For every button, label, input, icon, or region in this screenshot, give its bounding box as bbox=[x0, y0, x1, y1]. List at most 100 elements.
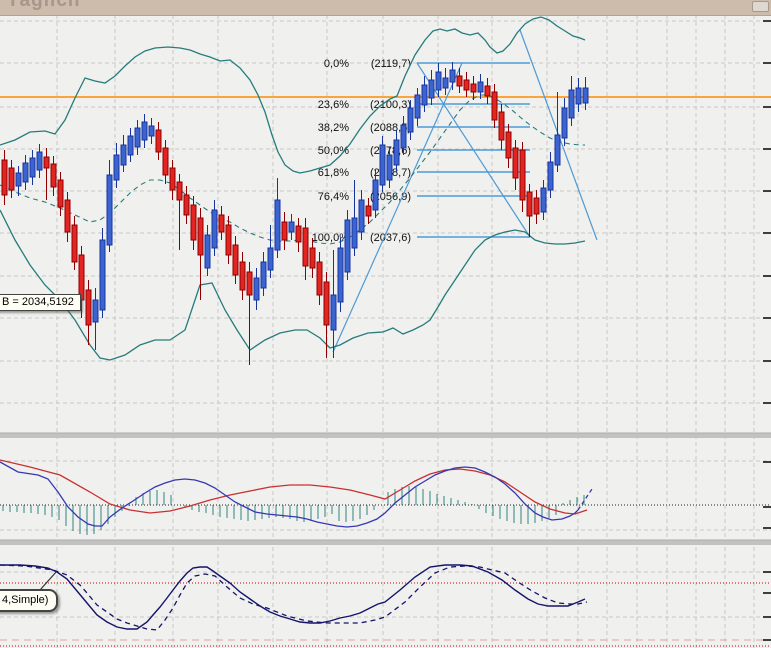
candle-body bbox=[253, 277, 260, 301]
candle-body bbox=[498, 111, 505, 141]
fib-level-pct: 23,6% bbox=[318, 99, 349, 111]
candle-body bbox=[106, 174, 113, 246]
candle-body bbox=[519, 149, 526, 201]
candle-body bbox=[50, 163, 57, 188]
candle-body bbox=[575, 87, 582, 105]
candle-body bbox=[456, 75, 463, 87]
candle-body bbox=[491, 91, 498, 121]
candle-body bbox=[99, 239, 106, 311]
candle-body bbox=[260, 261, 267, 289]
candle-body bbox=[386, 154, 393, 181]
indicator-params-tooltip: 4,Simple) bbox=[0, 589, 59, 612]
candle-body bbox=[351, 217, 358, 249]
chart-period-title: Täglich bbox=[7, 0, 81, 11]
window-corner-button[interactable] bbox=[752, 1, 769, 12]
chart-canvas[interactable]: 0,0% (2119,7)23,6% (2100,3)38,2% (2088,5)50… bbox=[0, 0, 771, 648]
fib-level-pct: 61,8% bbox=[318, 167, 349, 179]
candle-body bbox=[400, 124, 407, 149]
fib-level-pct: 76,4% bbox=[318, 191, 349, 203]
candle-body bbox=[85, 289, 92, 326]
candle-body bbox=[15, 172, 22, 187]
candle-body bbox=[239, 261, 246, 291]
candle-body bbox=[92, 299, 99, 323]
candle-body bbox=[127, 135, 134, 156]
candle-body bbox=[134, 127, 141, 148]
candle-body bbox=[113, 154, 120, 181]
candle-body bbox=[414, 94, 421, 119]
chart-window: 0,0% (2119,7) 23,6% (2100,3) 38,2% (2088,5) 50… bbox=[0, 0, 771, 648]
candle-body bbox=[442, 77, 449, 89]
candle-body bbox=[428, 79, 435, 99]
candle-body bbox=[358, 199, 365, 233]
candle-body bbox=[169, 167, 176, 191]
candle-body bbox=[120, 144, 127, 166]
candle-body bbox=[225, 224, 232, 256]
candle-body bbox=[323, 281, 330, 326]
candle-body bbox=[218, 214, 225, 233]
candle-body bbox=[57, 179, 64, 208]
candle-body bbox=[547, 161, 554, 191]
candle-body bbox=[561, 107, 568, 139]
candle-body bbox=[540, 187, 547, 213]
fib-level-value: (2119,7) bbox=[371, 58, 411, 70]
candle-body bbox=[155, 129, 162, 153]
candle-body bbox=[29, 157, 36, 178]
candle-body bbox=[435, 71, 442, 91]
candle-body bbox=[372, 179, 379, 211]
candle-body bbox=[337, 247, 344, 303]
candle-body bbox=[302, 227, 309, 267]
candle-body bbox=[148, 125, 155, 137]
fib-level-pct: 0,0% bbox=[324, 58, 349, 70]
candle-body bbox=[449, 69, 456, 83]
candle-body bbox=[204, 234, 211, 269]
candle-body bbox=[232, 244, 239, 276]
candle-body bbox=[141, 121, 148, 141]
fib-level-pct: 38,2% bbox=[318, 122, 349, 134]
candle-body bbox=[512, 147, 519, 179]
candle-body bbox=[36, 151, 43, 171]
candle-body bbox=[281, 221, 288, 241]
candle-body bbox=[71, 224, 78, 263]
candle-body bbox=[1, 159, 8, 196]
candle-body bbox=[526, 191, 533, 217]
candle-body bbox=[484, 85, 491, 97]
candle-body bbox=[568, 89, 575, 119]
candle-body bbox=[8, 167, 15, 191]
candle-body bbox=[316, 261, 323, 296]
candle-body bbox=[533, 197, 540, 215]
candle-body bbox=[288, 221, 295, 233]
candle-body bbox=[267, 247, 274, 271]
candle-body bbox=[197, 217, 204, 256]
candle-body bbox=[22, 162, 29, 183]
bollinger-value-tooltip: B = 2034,5192 bbox=[0, 294, 81, 311]
candle-body bbox=[463, 79, 470, 91]
candle-body bbox=[421, 84, 428, 106]
candle-body bbox=[295, 225, 302, 243]
fib-level-value: (2037,6) bbox=[370, 232, 411, 244]
panel-separator bbox=[0, 433, 771, 438]
candle-body bbox=[393, 139, 400, 166]
candle-body bbox=[344, 219, 351, 273]
candle-body bbox=[470, 83, 477, 93]
candle-body bbox=[183, 194, 190, 216]
panel-separator bbox=[0, 540, 771, 545]
candle-body bbox=[365, 205, 372, 217]
candle-body bbox=[190, 204, 197, 241]
candle-body bbox=[330, 294, 337, 331]
candle-body bbox=[162, 147, 169, 176]
candle-body bbox=[274, 199, 281, 251]
candle-body bbox=[246, 271, 253, 296]
candle-body bbox=[582, 87, 589, 104]
candle-body bbox=[309, 247, 316, 269]
candle-body bbox=[379, 144, 386, 186]
candle-body bbox=[43, 156, 50, 169]
candle-body bbox=[64, 199, 71, 233]
candle-body bbox=[554, 134, 561, 166]
candle-body bbox=[211, 209, 218, 249]
candle-body bbox=[407, 107, 414, 133]
window-titlebar: Täglich bbox=[0, 0, 771, 16]
candle-body bbox=[176, 181, 183, 201]
candle-body bbox=[505, 131, 512, 159]
fib-level-pct: 100,0% bbox=[312, 232, 350, 244]
candle-body bbox=[477, 81, 484, 93]
